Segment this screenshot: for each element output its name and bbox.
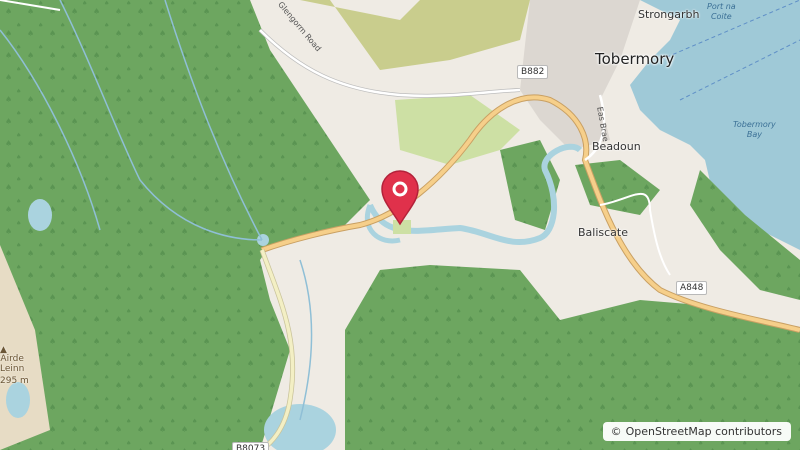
road-shield-b8073: B8073 [232, 442, 270, 450]
place-label-beadoun: Beadoun [592, 140, 641, 153]
road-shield-b882: B882 [517, 65, 549, 79]
place-label-strongarbh: Strongarbh [638, 8, 700, 21]
bay-label: Tobermory Bay [733, 120, 776, 139]
town-label-tobermory: Tobermory [595, 50, 675, 68]
attribution-text: OpenStreetMap contributors [625, 425, 782, 438]
map-pin-icon[interactable] [380, 170, 420, 226]
copyright-symbol: © [610, 425, 622, 438]
road-shield-a848: A848 [676, 281, 708, 295]
place-label-baliscate: Baliscate [578, 226, 628, 239]
map-attribution[interactable]: © OpenStreetMap contributors [602, 422, 791, 441]
peak-label: Airde Leinn [0, 354, 25, 374]
port-label: Port na Coite [707, 2, 736, 21]
peak-elevation: 295 m [0, 376, 29, 386]
map-view[interactable]: ♠ ♠ [0, 0, 800, 450]
